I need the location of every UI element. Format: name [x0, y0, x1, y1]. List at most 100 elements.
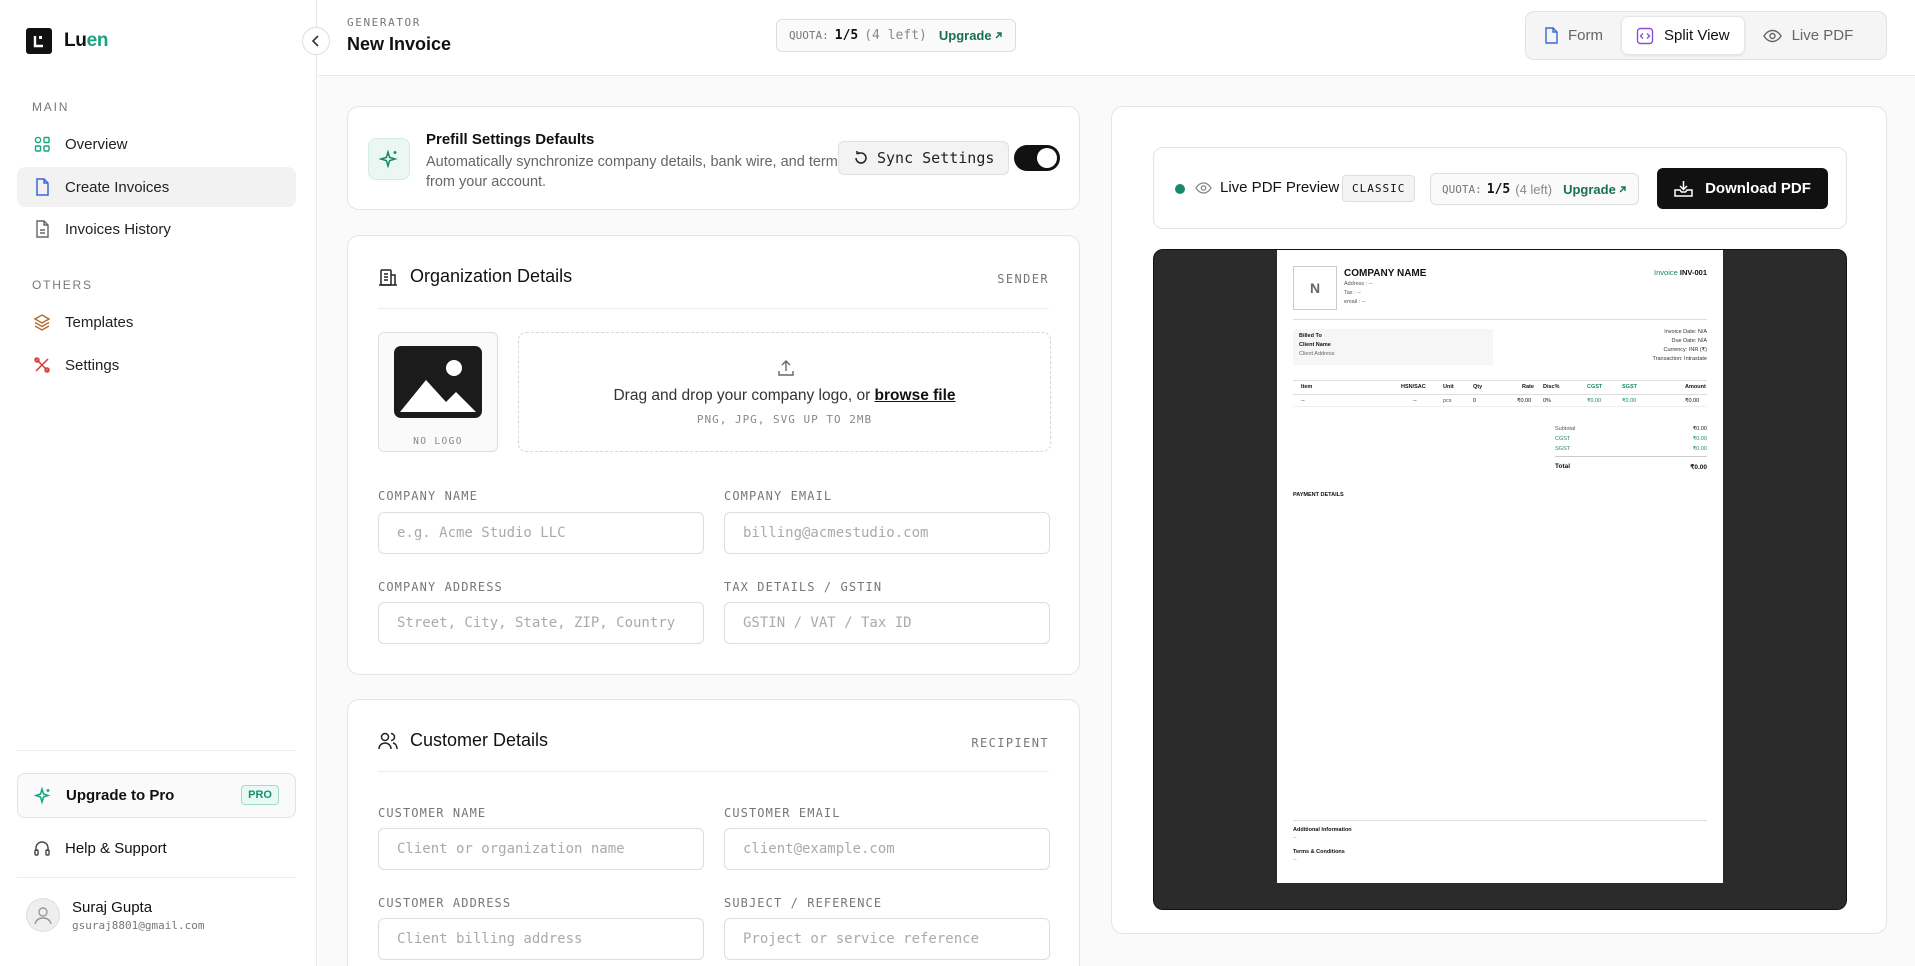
pdf-col-hsn: HSN/SAC [1401, 384, 1426, 390]
customer-address-input[interactable]: Client billing address [378, 918, 704, 960]
upgrade-link[interactable]: Upgrade [1563, 182, 1627, 197]
prefill-title: Prefill Settings Defaults [426, 131, 595, 148]
company-address-input[interactable]: Street, City, State, ZIP, Country [378, 602, 704, 644]
customer-name-label: CUSTOMER NAME [378, 806, 487, 820]
sidebar-item-label: Invoices History [65, 220, 171, 238]
sidebar-item-overview[interactable]: Overview [17, 124, 296, 164]
file-icon [33, 178, 51, 196]
organization-title: Organization Details [410, 266, 573, 286]
quota-label: QUOTA: [789, 29, 829, 42]
dropzone-hint: PNG, JPG, SVG UP TO 2MB [696, 413, 873, 426]
subject-reference-input[interactable]: Project or service reference [724, 918, 1050, 960]
sidebar-item-settings[interactable]: Settings [17, 345, 296, 385]
live-preview-panel: Live PDF Preview CLASSIC QUOTA: 1/5 (4 l… [1111, 106, 1887, 934]
collapse-sidebar-button[interactable] [302, 27, 330, 55]
sync-settings-button[interactable]: Sync Settings [838, 141, 1010, 175]
sidebar-item-label: Create Invoices [65, 178, 170, 196]
company-name-input[interactable]: e.g. Acme Studio LLC [378, 512, 704, 554]
tools-icon [33, 356, 51, 374]
building-icon [379, 268, 397, 286]
logo-dropzone[interactable]: Drag and drop your company logo, or brow… [518, 332, 1051, 452]
divider [1293, 380, 1707, 381]
customer-details-card: Customer Details RECIPIENT CUSTOMER NAME… [347, 699, 1080, 966]
divider [378, 771, 1049, 772]
image-placeholder-icon [394, 346, 482, 418]
refresh-icon [855, 151, 867, 164]
help-support-link[interactable]: Help & Support [17, 828, 296, 868]
pdf-client-name: Client Name [1299, 342, 1331, 348]
pdf-viewer[interactable]: N COMPANY NAME Address : -- Tax : -- ema… [1153, 249, 1847, 910]
quota-badge: QUOTA: 1/5 (4 left) Upgrade [776, 19, 1016, 52]
user-profile[interactable]: Suraj Gupta gsuraj8801@gmail.com [26, 898, 204, 932]
pdf-total-value: ₹0.00 [1690, 464, 1707, 471]
upgrade-label: Upgrade to Pro [66, 787, 175, 804]
template-badge[interactable]: CLASSIC [1342, 175, 1416, 202]
customer-email-input[interactable]: client@example.com [724, 828, 1050, 870]
pdf-col-disc: Disc% [1543, 384, 1560, 390]
pdf-billed-to-label: Billed To [1299, 333, 1322, 339]
prefill-toggle[interactable] [1014, 145, 1060, 171]
divider [1293, 319, 1707, 320]
view-form-label: Form [1568, 27, 1603, 44]
pdf-page: N COMPANY NAME Address : -- Tax : -- ema… [1277, 250, 1723, 883]
chevron-left-icon [311, 35, 319, 47]
pdf-terms-value: -- [1293, 857, 1297, 863]
pdf-invoice-date: Invoice Date: N/A [1664, 329, 1707, 335]
pdf-col-item: Item [1301, 384, 1313, 390]
pdf-cell-cgst: ₹0.00 [1587, 398, 1602, 404]
live-status-dot [1175, 184, 1185, 194]
company-email-input[interactable]: billing@acmestudio.com [724, 512, 1050, 554]
tax-details-input[interactable]: GSTIN / VAT / Tax ID [724, 602, 1050, 644]
customer-address-label: CUSTOMER ADDRESS [378, 896, 512, 910]
pdf-subtotal-value: ₹0.00 [1692, 426, 1707, 432]
logo-preview[interactable]: NO LOGO [378, 332, 498, 452]
pdf-additional-info: Additional Information [1293, 827, 1352, 833]
view-form-button[interactable]: Form [1530, 16, 1617, 55]
upgrade-link-label: Upgrade [938, 28, 992, 43]
user-email: gsuraj8801@gmail.com [72, 918, 205, 932]
divider [17, 877, 296, 878]
download-tray-icon [1674, 181, 1693, 197]
pdf-sgst-label: SGST [1555, 446, 1570, 452]
main-content: Prefill Settings Defaults Automatically … [318, 77, 1915, 966]
sidebar-item-create-invoices[interactable]: Create Invoices [17, 167, 296, 207]
pdf-col-amount: Amount [1685, 384, 1706, 390]
download-pdf-button[interactable]: Download PDF [1657, 168, 1828, 209]
view-live-pdf-label: Live PDF [1791, 27, 1854, 44]
pro-badge: PRO [241, 785, 279, 805]
sidebar-item-templates[interactable]: Templates [17, 302, 296, 342]
customer-heading: Customer Details [378, 730, 548, 751]
pdf-col-qty: Qty [1473, 384, 1483, 390]
recipient-tag: RECIPIENT [971, 736, 1049, 750]
quota-left: (4 left) [864, 28, 927, 43]
app-logo[interactable]: Luen [26, 28, 108, 54]
organization-heading: Organization Details [378, 266, 572, 287]
sidebar-item-invoices-history[interactable]: Invoices History [17, 209, 296, 249]
view-split-label: Split View [1664, 27, 1730, 44]
quota-left: (4 left) [1515, 181, 1553, 197]
upgrade-link[interactable]: Upgrade [939, 28, 1003, 43]
divider [1555, 456, 1707, 457]
subject-reference-label: SUBJECT / REFERENCE [724, 896, 883, 910]
pdf-cell-rate: ₹0.00 [1517, 398, 1532, 404]
customer-title: Customer Details [410, 730, 549, 750]
customer-name-input[interactable]: Client or organization name [378, 828, 704, 870]
code-icon [1636, 27, 1654, 44]
divider [17, 750, 296, 751]
sender-tag: SENDER [997, 272, 1049, 286]
prefill-settings-card: Prefill Settings Defaults Automatically … [347, 106, 1080, 210]
app-name: Luen [64, 30, 109, 51]
view-live-pdf-button[interactable]: Live PDF [1749, 16, 1868, 55]
pdf-due-date: Due Date: N/A [1671, 338, 1707, 344]
logo-mark-icon [26, 28, 52, 54]
company-email-label: COMPANY EMAIL [724, 489, 833, 503]
no-logo-label: NO LOGO [413, 436, 463, 447]
upgrade-to-pro-button[interactable]: Upgrade to Pro PRO [17, 773, 296, 818]
company-address-label: COMPANY ADDRESS [378, 580, 503, 594]
arrow-up-right-icon [1619, 185, 1626, 192]
pdf-cell-unit: pcs [1443, 398, 1452, 404]
company-name-label: COMPANY NAME [378, 489, 478, 503]
sidebar-item-label: Templates [65, 313, 134, 331]
view-split-button[interactable]: Split View [1621, 16, 1745, 55]
browse-file-link[interactable]: browse file [875, 387, 956, 404]
